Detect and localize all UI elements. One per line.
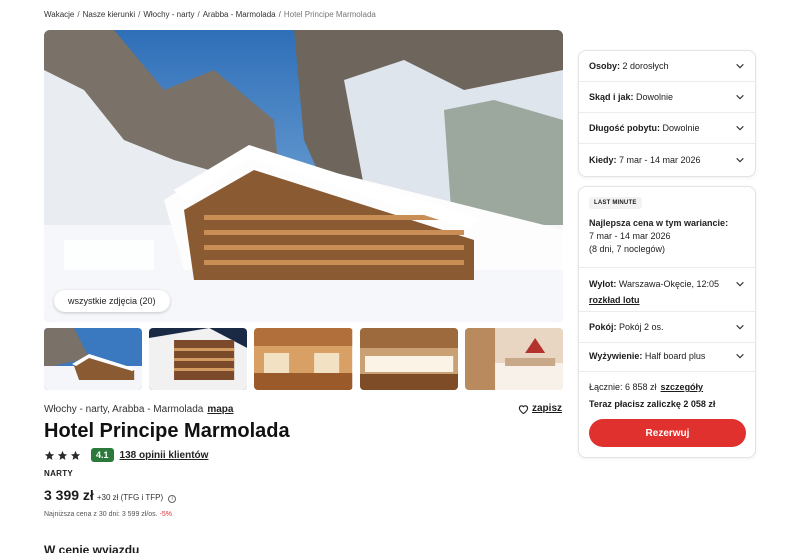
best-price-title: Najlepsza cena w tym wariancie: (589, 218, 729, 228)
option-persons[interactable]: Osoby: 2 dorosłych (579, 51, 755, 82)
option-room[interactable]: Pokój: Pokój 2 os. (579, 312, 755, 343)
flight-schedule-link[interactable]: rozkład lotu (589, 292, 747, 308)
room-label: Pokój: (589, 322, 617, 332)
map-link[interactable]: mapa (207, 404, 233, 415)
save-label: zapisz (532, 403, 563, 414)
breadcrumb-item[interactable]: Włochy - narty (143, 10, 194, 19)
breadcrumb-item[interactable]: Nasze kierunki (83, 10, 135, 19)
lowest-price-text: Najniższa cena z 30 dni: 3 599 zł/os. (44, 511, 158, 518)
reserve-button[interactable]: Rezerwuj (589, 419, 746, 447)
breadcrumb-current: Hotel Principe Marmolada (283, 10, 376, 19)
option-board[interactable]: Wyżywienie: Half board plus (579, 341, 755, 372)
price-value: 3 399 zł (44, 487, 94, 503)
option-dates[interactable]: Kiedy: 7 mar - 14 mar 2026 (579, 144, 755, 175)
star-icon (57, 450, 68, 460)
lowest-price-note: Najniższa cena z 30 dni: 3 599 zł/os. -5… (44, 511, 172, 518)
thumbnail-photo[interactable] (44, 328, 143, 390)
chevron-down-icon (736, 63, 744, 69)
info-icon[interactable]: i (168, 495, 177, 503)
option-duration[interactable]: Długość pobytu: Dowolnie (579, 113, 755, 144)
board-value: Half board plus (644, 351, 706, 361)
score-badge: 4.1 (91, 448, 114, 462)
option-label: Kiedy: (589, 154, 617, 165)
offer-card: LAST MINUTE Najlepsza cena w tym warianc… (578, 186, 756, 458)
chevron-down-icon (736, 281, 744, 287)
option-label: Długość pobytu: (589, 123, 660, 133)
option-value: Dowolnie (662, 123, 700, 133)
price-extra: +30 zł (TFG i TFP) (96, 493, 164, 502)
all-photos-button[interactable]: wszystkie zdjęcia (20) (54, 290, 170, 312)
photo-thumbnails (44, 328, 564, 390)
heart-icon (518, 404, 529, 414)
location-text: Włochy - narty, Arabba - Marmolada (44, 404, 204, 415)
trip-category: NARTY (44, 469, 74, 478)
flight-value: Warszawa-Okęcie, 12:05 (618, 279, 720, 289)
option-label: Skąd i jak: (589, 92, 634, 102)
thumbnail-photo[interactable] (464, 328, 564, 390)
breadcrumb-item[interactable]: Arabba - Marmolada (203, 10, 276, 19)
thumbnail-photo[interactable] (254, 328, 353, 390)
save-button[interactable]: zapisz (518, 403, 562, 414)
best-price-dates: 7 mar - 14 mar 2026 (589, 231, 671, 241)
option-label: Osoby: (589, 61, 621, 71)
option-departure[interactable]: Skąd i jak: Dowolnie (579, 82, 755, 113)
board-label: Wyżywienie: (589, 351, 643, 361)
chevron-down-icon (736, 94, 744, 100)
price-block: 3 399 zł +30 zł (TFG i TFP) i (44, 487, 177, 503)
trip-options-card: Osoby: 2 dorosłych Skąd i jak: Dowolnie … (578, 50, 756, 177)
thumbnail-photo[interactable] (149, 328, 248, 390)
divider (579, 267, 755, 268)
section-heading: W cenie wyjazdu (44, 543, 140, 553)
flight-label: Wylot: (589, 279, 617, 289)
hotel-stars (44, 450, 81, 461)
breadcrumb-item[interactable]: Wakacje (44, 10, 74, 19)
flight-info[interactable]: Wylot: Warszawa-Okęcie, 12:05 rozkład lo… (589, 276, 747, 308)
hotel-main-photo[interactable]: wszystkie zdjęcia (20) (44, 30, 563, 322)
reviews-link[interactable]: 138 opinii klientów (120, 450, 209, 461)
option-value: 7 mar - 14 mar 2026 (619, 154, 701, 165)
price-details-link[interactable]: szczegóły (661, 382, 704, 392)
best-price-info: Najlepsza cena w tym wariancie: 7 mar - … (589, 217, 728, 256)
star-icon (44, 450, 55, 460)
chevron-down-icon (736, 324, 744, 330)
discount-value: -5% (159, 511, 173, 518)
chevron-down-icon (736, 353, 744, 359)
thumbnail-photo[interactable] (359, 328, 458, 390)
chevron-down-icon (736, 157, 744, 162)
best-price-nights: (8 dni, 7 noclegów) (589, 244, 666, 254)
room-value: Pokój 2 os. (619, 322, 664, 332)
hotel-rating: 4.1 138 opinii klientów (44, 448, 208, 462)
option-value: 2 dorosłych (622, 61, 669, 71)
hotel-location: Włochy - narty, Arabba - Marmolada mapa (44, 404, 233, 415)
hotel-name: Hotel Principe Marmolada (44, 420, 290, 442)
chevron-down-icon (736, 125, 744, 131)
option-value: Dowolnie (636, 92, 674, 102)
last-minute-badge: LAST MINUTE (589, 197, 642, 209)
total-label: Łącznie: 6 858 zł (589, 382, 657, 392)
total-price-info: Łącznie: 6 858 zł szczegóły Teraz płacisz… (589, 379, 715, 413)
deposit-label: Teraz płacisz zaliczkę 2 058 zł (589, 399, 716, 409)
star-icon (70, 450, 81, 460)
breadcrumb: Wakacje / Nasze kierunki / Włochy - narty / Ar… (44, 10, 376, 19)
